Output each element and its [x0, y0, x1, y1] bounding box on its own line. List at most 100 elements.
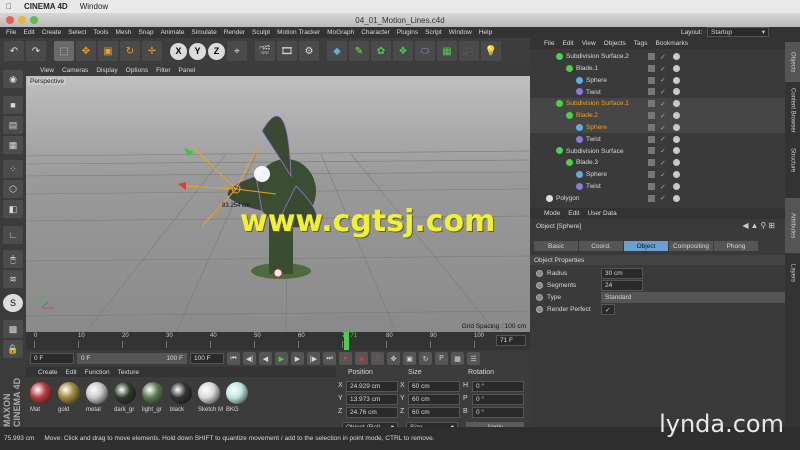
- enabled-check-icon[interactable]: ✓: [660, 171, 666, 179]
- object-row[interactable]: Subdivision Surface.2 ✓: [530, 51, 785, 63]
- viewport-menu-options[interactable]: Options: [126, 67, 148, 74]
- tab-object[interactable]: Object: [624, 241, 668, 251]
- coord-position-field[interactable]: 24.76 cm: [346, 407, 398, 418]
- undo-icon[interactable]: ↶: [4, 41, 24, 61]
- subdivision-icon[interactable]: ✿: [371, 41, 391, 61]
- redo-icon[interactable]: ↷: [26, 41, 46, 61]
- record-icon[interactable]: ●: [339, 352, 352, 365]
- material-tag-icon[interactable]: [673, 159, 680, 167]
- enabled-check-icon[interactable]: ✓: [660, 124, 666, 132]
- enabled-check-icon[interactable]: ✓: [660, 112, 666, 120]
- object-menu-objects[interactable]: Objects: [604, 40, 626, 47]
- x-axis-button[interactable]: X: [170, 42, 187, 60]
- material-tag-icon[interactable]: [673, 194, 680, 202]
- coord-position-field[interactable]: 24.929 cm: [346, 381, 398, 392]
- enabled-check-icon[interactable]: ✓: [660, 76, 666, 84]
- object-row[interactable]: Subdivision Surface.1 ✓: [530, 98, 785, 110]
- menu-edit[interactable]: Edit: [23, 29, 34, 36]
- menu-mograph[interactable]: MoGraph: [327, 29, 354, 36]
- property-value-field[interactable]: Standard: [601, 292, 791, 303]
- z-axis-button[interactable]: Z: [208, 42, 225, 60]
- enabled-check-icon[interactable]: ✓: [660, 65, 666, 73]
- material-tag-icon[interactable]: [673, 53, 680, 60]
- material-swatch[interactable]: [198, 382, 220, 404]
- pla-key-icon[interactable]: ▦: [451, 352, 464, 365]
- material-tag-icon[interactable]: [673, 135, 680, 143]
- object-row[interactable]: Blade.1 ✓: [530, 63, 785, 75]
- property-value-field[interactable]: 30 cm: [601, 268, 643, 279]
- material-tag-icon[interactable]: [673, 64, 680, 72]
- render-view-icon[interactable]: 🎬: [255, 41, 275, 61]
- object-menu-file[interactable]: File: [544, 40, 554, 47]
- play-icon[interactable]: ▶: [275, 352, 288, 365]
- coord-size-field[interactable]: 60 cm: [408, 407, 460, 418]
- coord-position-field[interactable]: 13.973 cm: [346, 394, 398, 405]
- lock-icon[interactable]: 🔒: [3, 340, 23, 358]
- menu-simulate[interactable]: Simulate: [191, 29, 216, 36]
- tab-phong[interactable]: Phong: [714, 241, 758, 251]
- go-to-start-icon[interactable]: ⏮: [227, 352, 240, 365]
- viewport-menu-cameras[interactable]: Cameras: [62, 67, 88, 74]
- tab-basic[interactable]: Basic: [534, 241, 578, 251]
- timeline-window-icon[interactable]: ☰: [467, 352, 480, 365]
- material-swatch[interactable]: [142, 382, 164, 404]
- go-to-end-icon[interactable]: ⏭: [323, 352, 336, 365]
- menu-select[interactable]: Select: [68, 29, 86, 36]
- next-frame-icon[interactable]: ▶: [291, 352, 304, 365]
- axis-mode-icon[interactable]: ∟: [3, 226, 23, 244]
- side-tab-layers[interactable]: Layers: [785, 258, 800, 288]
- material-tag-icon[interactable]: [673, 182, 680, 190]
- pen-spline-icon[interactable]: ✎: [349, 41, 369, 61]
- timeline[interactable]: 01020304050607080901007171 F: [26, 332, 530, 350]
- object-menu-bookmarks[interactable]: Bookmarks: [655, 40, 688, 47]
- menu-script[interactable]: Script: [425, 29, 442, 36]
- enabled-check-icon[interactable]: ✓: [660, 183, 666, 191]
- keyframe-selection-icon[interactable]: ?: [371, 352, 384, 365]
- coordinate-system-icon[interactable]: ⌖: [227, 41, 247, 61]
- property-animate-icon[interactable]: [536, 294, 543, 301]
- material-swatch[interactable]: [30, 382, 52, 404]
- menu-tools[interactable]: Tools: [93, 29, 108, 36]
- viewport-menu-panel[interactable]: Panel: [179, 67, 196, 74]
- current-frame-field[interactable]: 71 F: [496, 335, 526, 346]
- material-tag-icon[interactable]: [673, 88, 680, 96]
- object-menu-tags[interactable]: Tags: [634, 40, 648, 47]
- property-animate-icon[interactable]: [536, 270, 543, 277]
- minimize-window-icon[interactable]: [18, 16, 26, 24]
- array-icon[interactable]: ❖: [393, 41, 413, 61]
- polygons-mode-icon[interactable]: ◧: [3, 200, 23, 218]
- enabled-check-icon[interactable]: ✓: [660, 194, 666, 202]
- material-swatch[interactable]: [58, 382, 80, 404]
- scale-tool-icon[interactable]: ▣: [98, 41, 118, 61]
- menu-window[interactable]: Window: [449, 29, 472, 36]
- layout-select[interactable]: Startup ▾: [707, 27, 769, 37]
- object-menu-edit[interactable]: Edit: [562, 40, 573, 47]
- zoom-window-icon[interactable]: [30, 16, 38, 24]
- material-menu-texture[interactable]: Texture: [118, 369, 139, 376]
- enabled-check-icon[interactable]: ✓: [660, 159, 666, 167]
- object-row[interactable]: Twist ✓: [530, 86, 785, 98]
- mac-window-menu[interactable]: Window: [80, 2, 108, 11]
- object-row[interactable]: Sphere ✓: [530, 75, 785, 87]
- menu-character[interactable]: Character: [361, 29, 390, 36]
- snap-icon[interactable]: S: [3, 294, 23, 312]
- viewport-menu-display[interactable]: Display: [96, 67, 117, 74]
- texture-mode-icon[interactable]: ▤: [3, 116, 23, 134]
- autokey-icon[interactable]: ◉: [355, 352, 368, 365]
- menu-snap[interactable]: Snap: [138, 29, 153, 36]
- start-frame-field[interactable]: 0 F: [30, 353, 74, 364]
- object-row[interactable]: Blade.2 ✓: [530, 110, 785, 122]
- material-tag-icon[interactable]: [673, 76, 680, 84]
- object-row[interactable]: Twist ✓: [530, 134, 785, 146]
- coord-size-field[interactable]: 60 cm: [408, 394, 460, 405]
- edges-mode-icon[interactable]: ⬡: [3, 180, 23, 198]
- material-tag-icon[interactable]: [673, 171, 680, 178]
- side-tab-objects[interactable]: Objects: [785, 42, 800, 82]
- apple-icon[interactable]: : [6, 2, 12, 11]
- side-tab-structure[interactable]: Structure: [785, 138, 800, 183]
- parameter-key-icon[interactable]: P: [435, 352, 448, 365]
- scale-key-icon[interactable]: ▣: [403, 352, 416, 365]
- y-axis-button[interactable]: Y: [189, 42, 206, 60]
- deformer-icon[interactable]: ⬭: [415, 41, 435, 61]
- object-row[interactable]: Polygon ✓: [530, 193, 785, 205]
